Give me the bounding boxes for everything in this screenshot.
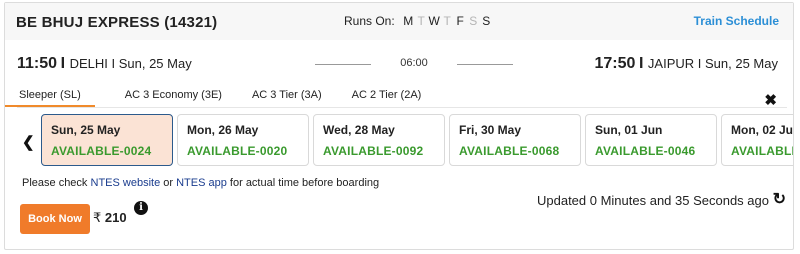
availability-status: AVAILABLE-0020 [187,144,288,158]
ntes-app-link[interactable]: NTES app [176,177,227,189]
train-schedule-link[interactable]: Train Schedule [694,14,779,28]
separator: I [639,55,648,72]
availability-date: Mon, 26 May [187,123,259,137]
separator: I [60,55,70,72]
refresh-icon[interactable]: ↻ [773,189,786,209]
availability-card[interactable]: Wed, 28 May AVAILABLE-0092 [313,114,445,166]
class-tab[interactable]: AC 3 Tier (3A) [252,86,322,107]
class-tabs: Sleeper (SL) AC 3 Economy (3E) AC 3 Tier (… [5,86,451,107]
runs-day: S [482,14,491,28]
fare-amount: 210 [104,210,127,225]
chevron-left-icon[interactable]: ❮ [22,133,35,151]
duration-line [457,64,513,65]
runs-day: F [456,14,464,28]
train-card: BE BHUJ EXPRESS (14321) Runs On: MTWTFSS… [4,2,794,250]
tabs-divider [17,107,787,108]
departure-time: 11:50 [17,55,58,72]
departure-date: Sun, 25 May [118,56,192,71]
availability-status: AVAILABLE-0068 [459,144,560,158]
availability-date: Sun, 25 May [51,123,121,137]
runs-on-days: MTWTFSS [402,14,493,28]
fare: ₹ 210 [93,210,127,226]
train-name: BE BHUJ EXPRESS (14321) [16,14,218,31]
runs-day: W [428,14,440,28]
close-icon[interactable]: ✖ [764,91,777,109]
departure-station: DELHI [69,56,108,71]
availability-card[interactable]: Mon, 26 May AVAILABLE-0020 [177,114,309,166]
runs-day: M [403,14,414,28]
availability-card[interactable]: Fri, 30 May AVAILABLE-0068 [449,114,581,166]
availability-status: AVAILABLE-0092 [323,144,424,158]
availability-status: AVAILABLE-0046 [595,144,696,158]
boarding-notice: Please check NTES website or NTES app fo… [22,177,379,189]
availability-card[interactable]: Mon, 02 Jun AVAILABLE-0044 [721,114,793,166]
arrival-time: 17:50 [594,55,636,72]
availability-status: AVAILABLE-0024 [51,144,152,158]
train-header: BE BHUJ EXPRESS (14321) Runs On: MTWTFSS… [5,3,793,40]
departure: 11:50 I DELHI I Sun, 25 May [17,55,192,73]
info-icon[interactable]: i [134,201,148,215]
runs-day: S [469,14,478,28]
availability-date: Wed, 28 May [323,123,395,137]
availability-card[interactable]: Sun, 25 May AVAILABLE-0024 [41,114,173,166]
availability-card[interactable]: Sun, 01 Jun AVAILABLE-0046 [585,114,717,166]
duration-line [315,64,371,65]
notice-text: or [163,177,174,189]
runs-day: T [417,14,425,28]
availability-row: ❮ Sun, 25 May AVAILABLE-0024 Mon, 26 May AV… [5,114,793,170]
currency-symbol: ₹ [93,210,102,225]
arrival-station: JAIPUR [647,56,695,71]
class-tab[interactable]: AC 2 Tier (2A) [352,86,422,107]
availability-date: Mon, 02 Jun [731,123,793,137]
availability-status: AVAILABLE-0044 [731,144,793,158]
class-tab[interactable]: AC 3 Economy (3E) [125,86,222,107]
separator: I [111,56,119,71]
runs-on-label: Runs On: [344,14,395,28]
availability-date: Fri, 30 May [459,123,522,137]
notice-text: Please check [22,177,88,189]
book-now-button[interactable]: Book Now [20,204,90,234]
availability-list: Sun, 25 May AVAILABLE-0024 Mon, 26 May AVAI… [37,114,793,166]
ntes-website-link[interactable]: NTES website [91,177,161,189]
arrival-date: Sun, 25 May [705,56,778,71]
runs-on: Runs On: MTWTFSS [344,14,493,28]
updated-status: Updated 0 Minutes and 35 Seconds ago [536,193,769,208]
notice-text: for actual time before boarding [229,177,380,189]
duration: 06:00 [400,57,428,69]
runs-day: T [443,14,451,28]
separator: I [697,56,705,71]
class-tab[interactable]: Sleeper (SL) [5,86,95,107]
availability-date: Sun, 01 Jun [595,123,663,137]
journey-times: 11:50 I DELHI I Sun, 25 May 06:00 17:50 … [5,40,793,84]
arrival: 17:50 I JAIPUR I Sun, 25 May [594,55,778,73]
